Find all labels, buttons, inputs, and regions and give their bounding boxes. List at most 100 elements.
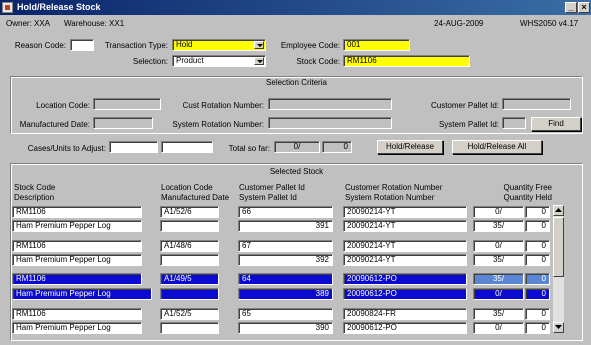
row-system-rotation[interactable]: 20090612-PO [343,288,467,300]
row-manufactured-date[interactable] [160,322,219,334]
cust-rotation-label: Cust Rotation Number: [182,101,264,110]
row-location-code[interactable]: A1/48/6 [160,240,219,252]
row-location-code[interactable]: A1/49/5 [160,273,219,285]
row-qty-held-cases[interactable]: 0/ [473,288,524,300]
row-qty-free-units[interactable]: 0 [525,273,550,285]
row-customer-rotation[interactable]: 20090214-YT [343,240,467,252]
transaction-type-label: Transaction Type: [104,41,168,50]
row-system-pallet[interactable]: 389 [238,288,333,300]
system-rotation-input[interactable] [268,117,392,129]
row-customer-pallet[interactable]: 66 [238,206,333,218]
row-system-rotation[interactable]: 20090612-PO [343,322,467,334]
warehouse-label: Warehouse: XX1 [64,19,125,28]
find-button[interactable]: Find [531,117,581,131]
transaction-type-select[interactable]: Hold [172,39,266,51]
scroll-down-button[interactable] [553,322,564,333]
row-qty-free-units[interactable]: 0 [525,206,550,218]
manufactured-date-header: Manufactured Date [161,193,230,202]
row-manufactured-date[interactable] [160,254,219,266]
row-qty-free-units[interactable]: 0 [525,308,550,320]
manufactured-date-label: Manufactured Date: [19,120,90,129]
row-system-rotation[interactable]: 20090214-YT [343,254,467,266]
reason-code-input[interactable] [70,39,94,51]
row-qty-free-cases[interactable]: 0/ [473,206,524,218]
chevron-down-icon[interactable] [254,41,264,49]
customer-pallet-input[interactable] [502,98,571,110]
row-qty-held-units[interactable]: 0 [525,220,550,232]
total-cases-field: 0/ [274,141,320,153]
customer-pallet-label: Customer Pallet Id: [430,101,499,110]
row-stock-code[interactable]: RM1106 [12,308,142,320]
row-qty-held-cases[interactable]: 35/ [473,254,524,266]
row-qty-free-units[interactable]: 0 [525,240,550,252]
selection-criteria-title: Selection Criteria [266,78,327,87]
row-system-rotation[interactable]: 20090214-YT [343,220,467,232]
selection-label: Selection: [132,57,168,66]
app-icon [2,2,13,13]
version-label: WHS2050 v4.17 [520,19,579,28]
row-customer-pallet[interactable]: 65 [238,308,333,320]
location-code-input[interactable] [93,98,161,110]
row-qty-held-units[interactable]: 0 [525,322,550,334]
employee-code-label: Employee Code: [280,41,340,50]
date-label: 24-AUG-2009 [434,19,484,28]
row-description[interactable]: Ham Premium Pepper Log [12,220,142,232]
system-rotation-label: System Rotation Number: [172,120,264,129]
row-customer-pallet[interactable]: 64 [238,273,333,285]
manufactured-date-input[interactable] [93,117,153,129]
row-stock-code[interactable]: RM1106 [12,240,142,252]
row-stock-code[interactable]: RM1106 [12,206,142,218]
cust-rotation-input[interactable] [268,98,392,110]
row-stock-code[interactable]: RM1106 [12,273,142,285]
close-button[interactable]: × [578,2,590,13]
row-qty-free-cases[interactable]: 35/ [473,308,524,320]
row-qty-free-cases[interactable]: 35/ [473,273,524,285]
scroll-up-button[interactable] [553,205,564,216]
selected-stock-title: Selected Stock [269,167,324,176]
row-system-pallet[interactable]: 392 [238,254,333,266]
units-adjust-input[interactable] [161,141,213,153]
description-header: Description [14,193,55,202]
row-qty-held-cases[interactable]: 35/ [473,220,524,232]
minimize-button[interactable]: _ [565,2,577,13]
cases-adjust-input[interactable] [109,141,158,153]
scroll-thumb[interactable] [553,217,564,277]
row-qty-held-units[interactable]: 0 [525,254,550,266]
row-qty-held-units[interactable]: 0 [525,288,550,300]
location-code-label: Location Code: [36,101,90,110]
system-pallet-header: System Pallet Id [239,193,297,202]
row-manufactured-date[interactable] [160,288,219,300]
stock-code-label: Stock Code: [296,57,340,66]
chevron-down-icon[interactable] [254,57,264,65]
arrow-up-icon [555,208,562,212]
row-location-code[interactable]: A1/52/6 [160,206,219,218]
row-customer-rotation[interactable]: 20090612-PO [343,273,467,285]
row-description[interactable]: Ham Premium Pepper Log [12,254,142,266]
transaction-type-value: Hold [176,40,193,49]
row-customer-rotation[interactable]: 20090824-FR [343,308,467,320]
quantity-held-header: Quantity Held [503,193,552,202]
stock-code-input[interactable]: RM1106 [343,55,470,67]
owner-label: Owner: XXA [6,19,51,28]
hold-release-button[interactable]: Hold/Release [377,140,443,154]
total-so-far-label: Total so far: [228,144,270,153]
system-pallet-input[interactable] [502,117,526,129]
row-location-code[interactable]: A1/52/5 [160,308,219,320]
row-qty-free-cases[interactable]: 0/ [473,240,524,252]
row-description[interactable]: Ham Premium Pepper Log [12,288,152,300]
total-units-field: 0 [322,141,352,153]
row-manufactured-date[interactable] [160,220,219,232]
row-customer-pallet[interactable]: 67 [238,240,333,252]
hold-release-all-button[interactable]: Hold/Release All [452,140,542,154]
system-pallet-label: System Pallet Id: [438,120,499,129]
selection-select[interactable]: Product [172,55,266,67]
row-system-pallet[interactable]: 390 [238,322,333,334]
title-bar: Hold/Release Stock [0,0,591,15]
arrow-down-icon [555,325,562,329]
row-description[interactable]: Ham Premium Pepper Log [12,322,142,334]
row-qty-held-cases[interactable]: 0/ [473,322,524,334]
employee-code-input[interactable]: 001 [343,39,410,51]
row-system-pallet[interactable]: 391 [238,220,333,232]
system-rotation-header: System Rotation Number [345,193,435,202]
row-customer-rotation[interactable]: 20090214-YT [343,206,467,218]
